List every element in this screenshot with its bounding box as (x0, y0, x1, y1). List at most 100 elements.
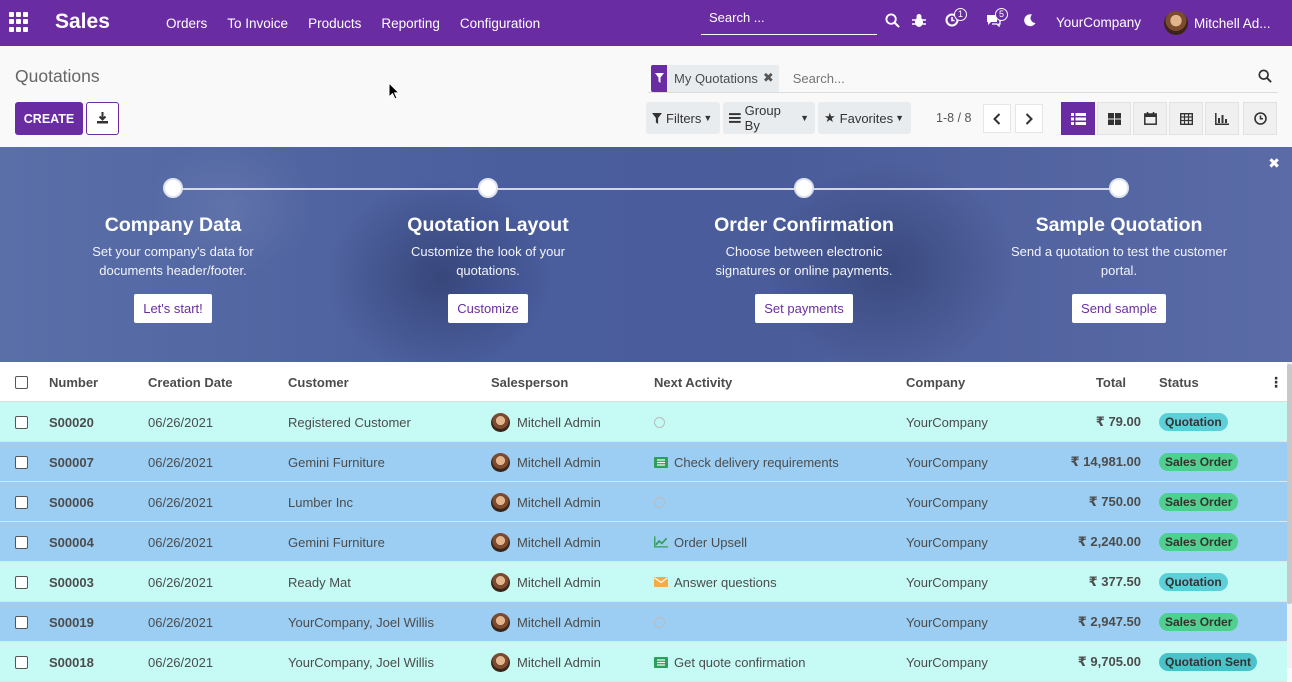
cell-number[interactable]: S00007 (49, 442, 94, 482)
row-checkbox[interactable] (15, 575, 28, 589)
favorites-dropdown-button[interactable]: ★ Favorites ▼ (818, 102, 911, 134)
activity-view-clock-icon[interactable] (1243, 102, 1277, 135)
clock-icon[interactable] (654, 416, 665, 428)
company-switcher[interactable]: YourCompany (1056, 15, 1141, 30)
header-number[interactable]: Number (49, 362, 98, 402)
activity-clock-icon[interactable]: 1 (945, 8, 968, 31)
cell-number[interactable]: S00019 (49, 602, 94, 642)
table-row[interactable]: S00019 06/26/2021 YourCompany, Joel Willis… (0, 602, 1287, 642)
debug-bug-icon[interactable] (912, 13, 926, 32)
cell-status: Sales Order (1159, 602, 1239, 642)
cell-salesperson: Mitchell Admin (491, 402, 601, 442)
cell-company: YourCompany (906, 454, 988, 470)
graph-view-icon[interactable] (1205, 102, 1239, 135)
cell-customer: YourCompany, Joel Willis (288, 654, 434, 670)
remove-facet-close-icon[interactable]: ✖ (763, 70, 779, 86)
activity-count-badge: 1 (954, 8, 968, 21)
row-checkbox[interactable] (15, 415, 28, 429)
table-row[interactable]: S00003 06/26/2021 Ready Mat Mitchell Admin A… (0, 562, 1287, 602)
cell-number[interactable]: S00003 (49, 562, 94, 602)
dark-mode-moon-icon[interactable] (1022, 13, 1037, 32)
cell-salesperson: Mitchell Admin (491, 642, 601, 682)
salesperson-avatar (491, 412, 510, 432)
todo-icon[interactable] (654, 655, 668, 669)
filter-funnel-icon (652, 112, 662, 124)
header-salesperson[interactable]: Salesperson (491, 362, 568, 402)
header-creation-date[interactable]: Creation Date (148, 362, 233, 402)
send-sample-button[interactable]: Send sample (1072, 294, 1166, 323)
todo-icon[interactable] (654, 455, 668, 469)
set-payments-button[interactable]: Set payments (755, 294, 853, 323)
calendar-view-icon[interactable] (1133, 102, 1167, 135)
menu-item-orders[interactable]: Orders (166, 16, 207, 31)
row-checkbox[interactable] (15, 455, 28, 469)
header-company[interactable]: Company (906, 362, 965, 402)
cell-total: ₹ 9,705.00 (1077, 654, 1141, 669)
export-download-button[interactable] (86, 102, 119, 135)
groupby-dropdown-button[interactable]: Group By ▼ (723, 102, 815, 134)
header-next-activity[interactable]: Next Activity (654, 362, 732, 402)
step-dot (1109, 178, 1129, 198)
pager-previous-chevron-icon[interactable] (983, 104, 1011, 133)
header-total[interactable]: Total (1040, 362, 1126, 402)
list-view-icon[interactable] (1061, 102, 1095, 135)
menu-item-reporting[interactable]: Reporting (381, 16, 440, 31)
cell-number[interactable]: S00018 (49, 642, 94, 682)
menu-item-configuration[interactable]: Configuration (460, 16, 540, 31)
cell-number[interactable]: S00004 (49, 522, 94, 562)
activity-summary: Check delivery requirements (674, 454, 839, 470)
search-submit-icon[interactable] (1258, 69, 1272, 86)
activity-summary: Get quote confirmation (674, 654, 806, 670)
optional-columns-icon[interactable]: ⋮ (1269, 374, 1283, 391)
clock-icon[interactable] (654, 616, 665, 628)
menu-item-products[interactable]: Products (308, 16, 361, 31)
banner-close-icon[interactable]: ✖ (1268, 155, 1280, 172)
email-icon[interactable] (654, 575, 668, 589)
header-customer[interactable]: Customer (288, 362, 349, 402)
kanban-view-icon[interactable] (1097, 102, 1131, 135)
pivot-table-view-icon[interactable] (1169, 102, 1203, 135)
table-row[interactable]: S00020 06/26/2021 Registered Customer Mitch… (0, 402, 1287, 442)
upsell-chart-icon[interactable] (654, 535, 668, 549)
search-facet-my-quotations: My Quotations ✖ (651, 64, 779, 92)
status-badge: Sales Order (1159, 453, 1239, 471)
navbar-search-input[interactable]: Search ... (701, 6, 877, 35)
list-bars-icon (729, 113, 741, 123)
onboarding-step-company-data: Company Data Set your company's data for… (43, 178, 303, 323)
header-status[interactable]: Status (1159, 362, 1199, 402)
messages-icon[interactable]: 5 (986, 8, 1009, 31)
create-button[interactable]: CREATE (15, 102, 83, 135)
table-row[interactable]: S00018 06/26/2021 YourCompany, Joel Willis… (0, 642, 1287, 682)
onboarding-step-sample-quotation: Sample Quotation Send a quotation to tes… (989, 178, 1249, 323)
salesperson-avatar (491, 452, 510, 472)
filters-dropdown-button[interactable]: Filters ▼ (646, 102, 720, 134)
table-scrollbar[interactable] (1287, 362, 1292, 668)
menu-item-to-invoice[interactable]: To Invoice (227, 16, 288, 31)
lets-start-button[interactable]: Let's start! (134, 294, 212, 323)
apps-menu-icon[interactable] (9, 12, 29, 32)
row-checkbox[interactable] (15, 655, 28, 669)
table-row[interactable]: S00007 06/26/2021 Gemini Furniture Mitchell… (0, 442, 1287, 482)
app-brand[interactable]: Sales (55, 10, 110, 34)
cell-salesperson: Mitchell Admin (491, 522, 601, 562)
clock-icon[interactable] (654, 496, 665, 508)
select-all-checkbox[interactable] (15, 375, 28, 389)
pager-next-chevron-icon[interactable] (1015, 104, 1043, 133)
row-checkbox[interactable] (15, 535, 28, 549)
user-name: Mitchell Ad... (1194, 15, 1271, 31)
table-row[interactable]: S00006 06/26/2021 Lumber Inc Mitchell Admin… (0, 482, 1287, 522)
cell-number[interactable]: S00006 (49, 482, 94, 522)
scrollbar-thumb[interactable] (1287, 364, 1292, 604)
row-checkbox[interactable] (15, 615, 28, 629)
row-checkbox[interactable] (15, 495, 28, 509)
search-input[interactable] (792, 70, 1253, 86)
customize-button[interactable]: Customize (448, 294, 528, 323)
cell-number[interactable]: S00020 (49, 402, 94, 442)
table-row[interactable]: S00004 06/26/2021 Gemini Furniture Mitchell… (0, 522, 1287, 562)
pager-value[interactable]: 1-8 / 8 (936, 111, 971, 125)
search-icon[interactable] (885, 13, 900, 32)
cell-total: ₹ 2,947.50 (1077, 614, 1141, 629)
onboarding-step-quotation-layout: Quotation Layout Customize the look of y… (358, 178, 618, 323)
user-menu[interactable]: Mitchell Ad... (1164, 11, 1271, 35)
filters-label: Filters (666, 110, 702, 126)
